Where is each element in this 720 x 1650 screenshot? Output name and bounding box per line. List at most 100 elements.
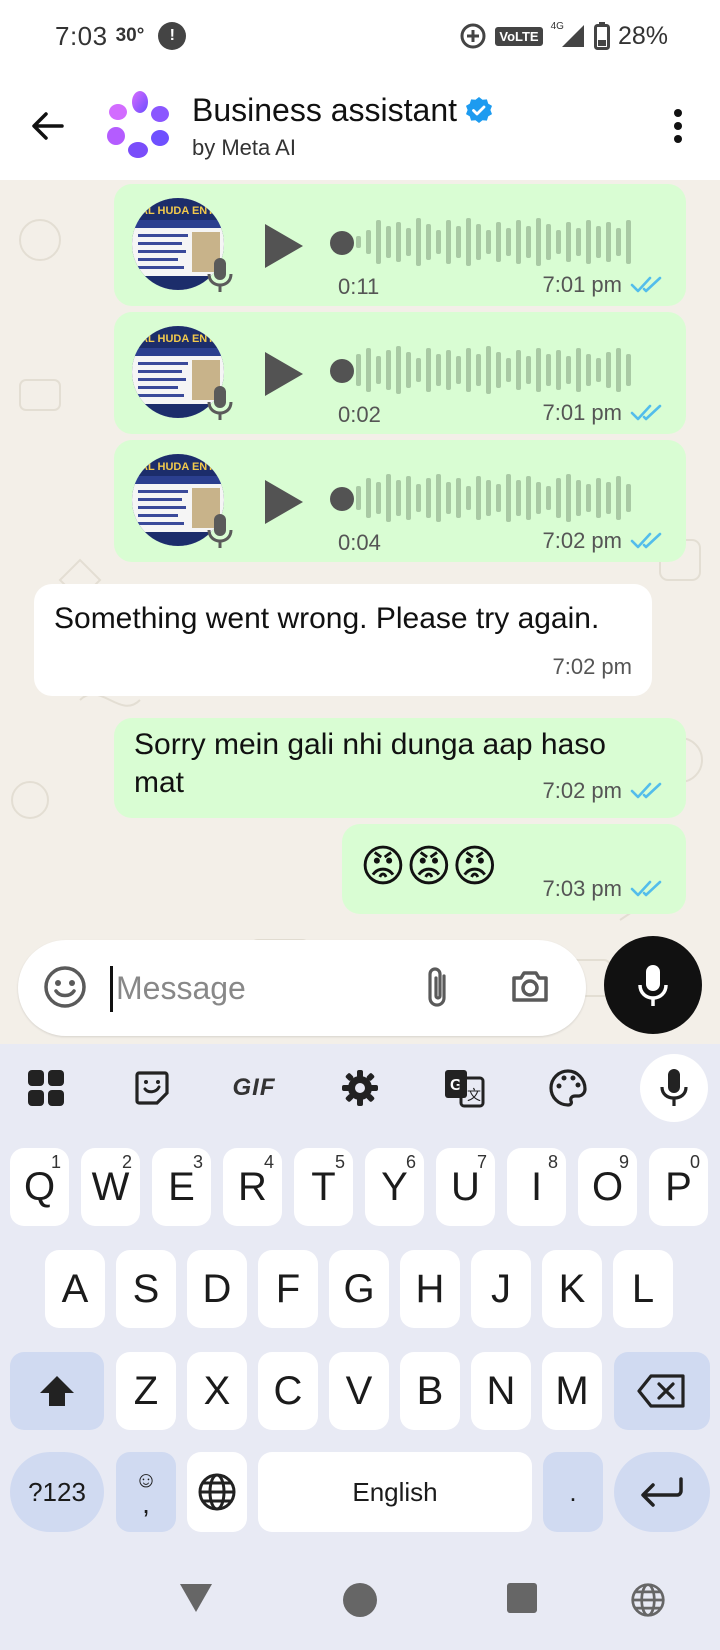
waveform [356,218,631,266]
key-z[interactable]: Z [116,1352,176,1430]
key-m[interactable]: M [542,1352,602,1430]
voice-message[interactable]: AL HUDA ENT 0:04 7:02 pm [114,440,686,562]
nav-language-button[interactable] [630,1582,666,1623]
key-i[interactable]: I8 [507,1148,566,1226]
voice-record-button[interactable] [604,936,702,1034]
paperclip-icon [428,967,446,1007]
message-time: 7:01 pm [542,272,623,297]
palette-icon [549,1069,587,1107]
key-c[interactable]: C [258,1352,318,1430]
kb-apps-button[interactable] [14,1058,78,1118]
enter-key[interactable] [614,1452,710,1532]
camera-button[interactable] [508,964,552,1013]
space-key[interactable]: English [258,1452,532,1532]
more-vert-icon [674,109,682,143]
key-k[interactable]: K [542,1250,602,1328]
message-time: 7:02 pm [552,654,633,679]
emoji-icon [44,966,86,1008]
mic-icon [207,258,233,292]
play-icon[interactable] [259,348,307,400]
playback-scrubber[interactable] [330,487,354,511]
play-icon[interactable] [259,220,307,272]
key-d[interactable]: D [187,1250,247,1328]
key-h[interactable]: H [400,1250,460,1328]
key-t[interactable]: T5 [294,1148,353,1226]
key-p[interactable]: P0 [649,1148,708,1226]
key-e[interactable]: E3 [152,1148,211,1226]
overflow-menu-button[interactable] [658,96,698,156]
key-a[interactable]: A [45,1250,105,1328]
globe-icon [198,1473,236,1511]
outgoing-emoji-message[interactable]: 😡😡😡 7:03 pm [342,824,686,914]
key-f[interactable]: F [258,1250,318,1328]
playback-scrubber[interactable] [330,231,354,255]
key-j[interactable]: J [471,1250,531,1328]
key-q[interactable]: Q1 [10,1148,69,1226]
message-input[interactable] [116,960,396,1016]
back-button[interactable] [20,98,76,154]
thumb-brand: AL HUDA ENT [140,205,214,217]
message-time: 7:02 pm [542,528,623,553]
playback-scrubber[interactable] [330,359,354,383]
double-check-icon [630,404,662,421]
sticker-icon [135,1071,169,1105]
double-check-icon [630,880,662,897]
triangle-back-icon [180,1584,212,1612]
key-x[interactable]: X [187,1352,247,1430]
kb-translate-button[interactable]: G文 [432,1058,496,1118]
voice-message[interactable]: AL HUDA ENT 0:02 7:01 pm [114,312,686,434]
voice-duration: 0:02 [338,402,381,427]
key-r[interactable]: R4 [223,1148,282,1226]
nav-home-button[interactable] [342,1582,378,1623]
key-b[interactable]: B [400,1352,460,1430]
period-key[interactable]: . [543,1452,603,1532]
kb-sticker-button[interactable] [120,1058,184,1118]
signal-icon: 4G [551,21,586,49]
key-v[interactable]: V [329,1352,389,1430]
emoji-comma-key[interactable]: ☺ , [116,1452,176,1532]
voice-message[interactable]: AL HUDA ENT 0:11 7:01 pm [114,184,686,306]
kb-settings-button[interactable] [328,1058,392,1118]
key-o[interactable]: O9 [578,1148,637,1226]
nav-recents-button[interactable] [506,1582,538,1619]
kb-voice-input-button[interactable] [640,1054,708,1122]
key-g[interactable]: G [329,1250,389,1328]
backspace-key[interactable] [614,1352,710,1430]
key-w[interactable]: W2 [81,1148,140,1226]
shift-key[interactable] [10,1352,104,1430]
chat-subtitle: by Meta AI [192,134,296,160]
emoji-button[interactable] [42,964,88,1015]
svg-text:文: 文 [467,1088,481,1104]
key-u[interactable]: U7 [436,1148,495,1226]
kb-theme-button[interactable] [536,1058,600,1118]
symbols-key[interactable]: ?123 [10,1452,104,1532]
play-icon[interactable] [259,476,307,528]
key-s[interactable]: S [116,1250,176,1328]
kb-gif-button[interactable]: GIF [222,1058,286,1118]
data-saver-icon [459,22,487,50]
verified-badge-icon [466,97,493,123]
mic-icon [207,514,233,548]
status-temperature: 30° [115,25,145,46]
key-l[interactable]: L [613,1250,673,1328]
nav-back-button[interactable] [178,1582,214,1619]
outgoing-message[interactable]: Sorry mein gali nhi dunga aap haso mat 7… [114,718,686,818]
chat-title[interactable]: Business assistant [192,92,457,129]
incoming-message[interactable]: Something went wrong. Please try again. … [34,584,652,696]
language-key[interactable] [187,1452,247,1532]
key-n[interactable]: N [471,1352,531,1430]
key-y[interactable]: Y6 [365,1148,424,1226]
avatar[interactable] [102,88,178,164]
emoji-text: 😡😡😡 [360,841,498,892]
message-text: Something went wrong. Please try again. [54,602,600,635]
arrow-left-icon [32,112,64,140]
text-cursor [110,966,113,1012]
message-composer [18,940,586,1036]
volte-badge: VoLTE [495,26,543,46]
chat-area[interactable]: AL HUDA ENT 0:11 7:01 pm AL HUDA ENT 0:0… [0,180,720,1040]
attach-button[interactable] [420,964,456,1017]
message-time: 7:03 pm [542,876,623,901]
globe-icon [631,1583,665,1617]
alert-icon: ! [158,22,187,50]
voice-duration: 0:11 [338,274,380,299]
